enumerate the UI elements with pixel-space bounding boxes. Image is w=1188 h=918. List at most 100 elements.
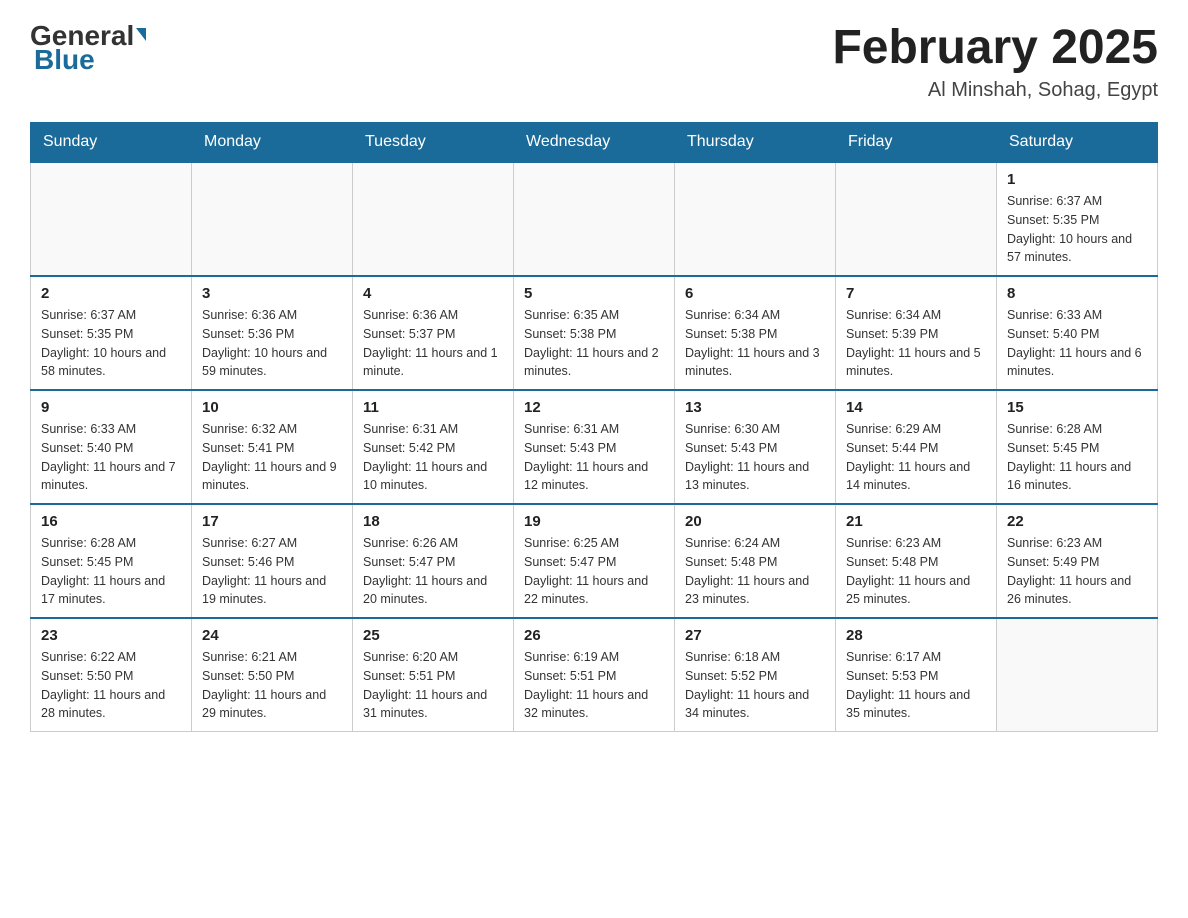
calendar-week-row: 23 Sunrise: 6:22 AM Sunset: 5:50 PM Dayli… bbox=[31, 618, 1158, 732]
day-info: Sunrise: 6:29 AM Sunset: 5:44 PM Dayligh… bbox=[846, 420, 986, 495]
day-number: 17 bbox=[202, 513, 342, 530]
day-number: 21 bbox=[846, 513, 986, 530]
calendar-cell: 22 Sunrise: 6:23 AM Sunset: 5:49 PM Dayli… bbox=[997, 504, 1158, 618]
day-info: Sunrise: 6:28 AM Sunset: 5:45 PM Dayligh… bbox=[1007, 420, 1147, 495]
day-number: 18 bbox=[363, 513, 503, 530]
calendar-cell: 6 Sunrise: 6:34 AM Sunset: 5:38 PM Daylig… bbox=[675, 276, 836, 390]
day-number: 10 bbox=[202, 399, 342, 416]
day-number: 15 bbox=[1007, 399, 1147, 416]
day-number: 28 bbox=[846, 627, 986, 644]
day-number: 23 bbox=[41, 627, 181, 644]
day-number: 16 bbox=[41, 513, 181, 530]
day-info: Sunrise: 6:24 AM Sunset: 5:48 PM Dayligh… bbox=[685, 534, 825, 609]
day-number: 9 bbox=[41, 399, 181, 416]
calendar-cell: 18 Sunrise: 6:26 AM Sunset: 5:47 PM Dayli… bbox=[353, 504, 514, 618]
day-info: Sunrise: 6:26 AM Sunset: 5:47 PM Dayligh… bbox=[363, 534, 503, 609]
day-number: 19 bbox=[524, 513, 664, 530]
calendar-week-row: 2 Sunrise: 6:37 AM Sunset: 5:35 PM Daylig… bbox=[31, 276, 1158, 390]
logo-blue-text: Blue bbox=[34, 44, 95, 76]
calendar-cell: 11Sunrise: 6:31 AM Sunset: 5:42 PM Dayli… bbox=[353, 390, 514, 504]
calendar-cell: 12Sunrise: 6:31 AM Sunset: 5:43 PM Dayli… bbox=[514, 390, 675, 504]
logo-arrow-icon bbox=[136, 28, 146, 41]
calendar-cell: 14 Sunrise: 6:29 AM Sunset: 5:44 PM Dayli… bbox=[836, 390, 997, 504]
location-subtitle: Al Minshah, Sohag, Egypt bbox=[832, 79, 1158, 102]
day-info: Sunrise: 6:17 AM Sunset: 5:53 PM Dayligh… bbox=[846, 648, 986, 723]
calendar-cell bbox=[675, 162, 836, 276]
calendar-cell: 26 Sunrise: 6:19 AM Sunset: 5:51 PM Dayli… bbox=[514, 618, 675, 732]
logo: General Blue bbox=[30, 20, 147, 76]
day-of-week-header: Tuesday bbox=[353, 123, 514, 163]
day-info: Sunrise: 6:37 AM Sunset: 5:35 PM Dayligh… bbox=[41, 306, 181, 381]
day-info: Sunrise: 6:35 AM Sunset: 5:38 PM Dayligh… bbox=[524, 306, 664, 381]
calendar-header-row: SundayMondayTuesdayWednesdayThursdayFrid… bbox=[31, 123, 1158, 163]
calendar-table: SundayMondayTuesdayWednesdayThursdayFrid… bbox=[30, 122, 1158, 732]
day-info: Sunrise: 6:23 AM Sunset: 5:48 PM Dayligh… bbox=[846, 534, 986, 609]
day-info: Sunrise: 6:27 AM Sunset: 5:46 PM Dayligh… bbox=[202, 534, 342, 609]
day-of-week-header: Wednesday bbox=[514, 123, 675, 163]
day-info: Sunrise: 6:31 AM Sunset: 5:43 PM Dayligh… bbox=[524, 420, 664, 495]
day-info: Sunrise: 6:34 AM Sunset: 5:38 PM Dayligh… bbox=[685, 306, 825, 381]
month-year-title: February 2025 bbox=[832, 20, 1158, 75]
calendar-cell bbox=[353, 162, 514, 276]
calendar-cell: 13 Sunrise: 6:30 AM Sunset: 5:43 PM Dayli… bbox=[675, 390, 836, 504]
day-number: 27 bbox=[685, 627, 825, 644]
day-of-week-header: Thursday bbox=[675, 123, 836, 163]
day-of-week-header: Sunday bbox=[31, 123, 192, 163]
day-number: 3 bbox=[202, 285, 342, 302]
day-number: 8 bbox=[1007, 285, 1147, 302]
calendar-cell: 23 Sunrise: 6:22 AM Sunset: 5:50 PM Dayli… bbox=[31, 618, 192, 732]
day-info: Sunrise: 6:28 AM Sunset: 5:45 PM Dayligh… bbox=[41, 534, 181, 609]
calendar-cell: 28 Sunrise: 6:17 AM Sunset: 5:53 PM Dayli… bbox=[836, 618, 997, 732]
calendar-cell: 24 Sunrise: 6:21 AM Sunset: 5:50 PM Dayli… bbox=[192, 618, 353, 732]
day-of-week-header: Monday bbox=[192, 123, 353, 163]
calendar-week-row: 16 Sunrise: 6:28 AM Sunset: 5:45 PM Dayli… bbox=[31, 504, 1158, 618]
day-of-week-header: Friday bbox=[836, 123, 997, 163]
calendar-cell bbox=[997, 618, 1158, 732]
day-of-week-header: Saturday bbox=[997, 123, 1158, 163]
day-info: Sunrise: 6:18 AM Sunset: 5:52 PM Dayligh… bbox=[685, 648, 825, 723]
calendar-cell: 7 Sunrise: 6:34 AM Sunset: 5:39 PM Daylig… bbox=[836, 276, 997, 390]
day-number: 22 bbox=[1007, 513, 1147, 530]
day-info: Sunrise: 6:30 AM Sunset: 5:43 PM Dayligh… bbox=[685, 420, 825, 495]
day-number: 6 bbox=[685, 285, 825, 302]
calendar-cell: 27 Sunrise: 6:18 AM Sunset: 5:52 PM Dayli… bbox=[675, 618, 836, 732]
calendar-cell: 10 Sunrise: 6:32 AM Sunset: 5:41 PM Dayli… bbox=[192, 390, 353, 504]
day-number: 13 bbox=[685, 399, 825, 416]
day-number: 7 bbox=[846, 285, 986, 302]
calendar-week-row: 1 Sunrise: 6:37 AM Sunset: 5:35 PM Daylig… bbox=[31, 162, 1158, 276]
day-number: 25 bbox=[363, 627, 503, 644]
day-number: 1 bbox=[1007, 171, 1147, 188]
day-info: Sunrise: 6:31 AM Sunset: 5:42 PM Dayligh… bbox=[363, 420, 503, 495]
day-number: 4 bbox=[363, 285, 503, 302]
calendar-cell: 19 Sunrise: 6:25 AM Sunset: 5:47 PM Dayli… bbox=[514, 504, 675, 618]
day-info: Sunrise: 6:20 AM Sunset: 5:51 PM Dayligh… bbox=[363, 648, 503, 723]
day-info: Sunrise: 6:33 AM Sunset: 5:40 PM Dayligh… bbox=[41, 420, 181, 495]
calendar-cell bbox=[31, 162, 192, 276]
day-number: 2 bbox=[41, 285, 181, 302]
day-number: 24 bbox=[202, 627, 342, 644]
calendar-cell: 9 Sunrise: 6:33 AM Sunset: 5:40 PM Daylig… bbox=[31, 390, 192, 504]
calendar-cell: 25 Sunrise: 6:20 AM Sunset: 5:51 PM Dayli… bbox=[353, 618, 514, 732]
calendar-cell: 20Sunrise: 6:24 AM Sunset: 5:48 PM Dayli… bbox=[675, 504, 836, 618]
title-section: February 2025 Al Minshah, Sohag, Egypt bbox=[832, 20, 1158, 102]
day-info: Sunrise: 6:33 AM Sunset: 5:40 PM Dayligh… bbox=[1007, 306, 1147, 381]
day-info: Sunrise: 6:22 AM Sunset: 5:50 PM Dayligh… bbox=[41, 648, 181, 723]
day-info: Sunrise: 6:23 AM Sunset: 5:49 PM Dayligh… bbox=[1007, 534, 1147, 609]
calendar-cell: 21 Sunrise: 6:23 AM Sunset: 5:48 PM Dayli… bbox=[836, 504, 997, 618]
day-info: Sunrise: 6:25 AM Sunset: 5:47 PM Dayligh… bbox=[524, 534, 664, 609]
calendar-cell: 5Sunrise: 6:35 AM Sunset: 5:38 PM Daylig… bbox=[514, 276, 675, 390]
calendar-cell bbox=[192, 162, 353, 276]
calendar-cell bbox=[836, 162, 997, 276]
day-info: Sunrise: 6:19 AM Sunset: 5:51 PM Dayligh… bbox=[524, 648, 664, 723]
day-info: Sunrise: 6:34 AM Sunset: 5:39 PM Dayligh… bbox=[846, 306, 986, 381]
calendar-cell: 17 Sunrise: 6:27 AM Sunset: 5:46 PM Dayli… bbox=[192, 504, 353, 618]
day-number: 26 bbox=[524, 627, 664, 644]
calendar-cell: 2 Sunrise: 6:37 AM Sunset: 5:35 PM Daylig… bbox=[31, 276, 192, 390]
page-header: General Blue February 2025 Al Minshah, S… bbox=[30, 20, 1158, 102]
calendar-cell: 3Sunrise: 6:36 AM Sunset: 5:36 PM Daylig… bbox=[192, 276, 353, 390]
day-number: 14 bbox=[846, 399, 986, 416]
day-info: Sunrise: 6:21 AM Sunset: 5:50 PM Dayligh… bbox=[202, 648, 342, 723]
day-info: Sunrise: 6:32 AM Sunset: 5:41 PM Dayligh… bbox=[202, 420, 342, 495]
day-info: Sunrise: 6:37 AM Sunset: 5:35 PM Dayligh… bbox=[1007, 192, 1147, 267]
calendar-cell: 1 Sunrise: 6:37 AM Sunset: 5:35 PM Daylig… bbox=[997, 162, 1158, 276]
